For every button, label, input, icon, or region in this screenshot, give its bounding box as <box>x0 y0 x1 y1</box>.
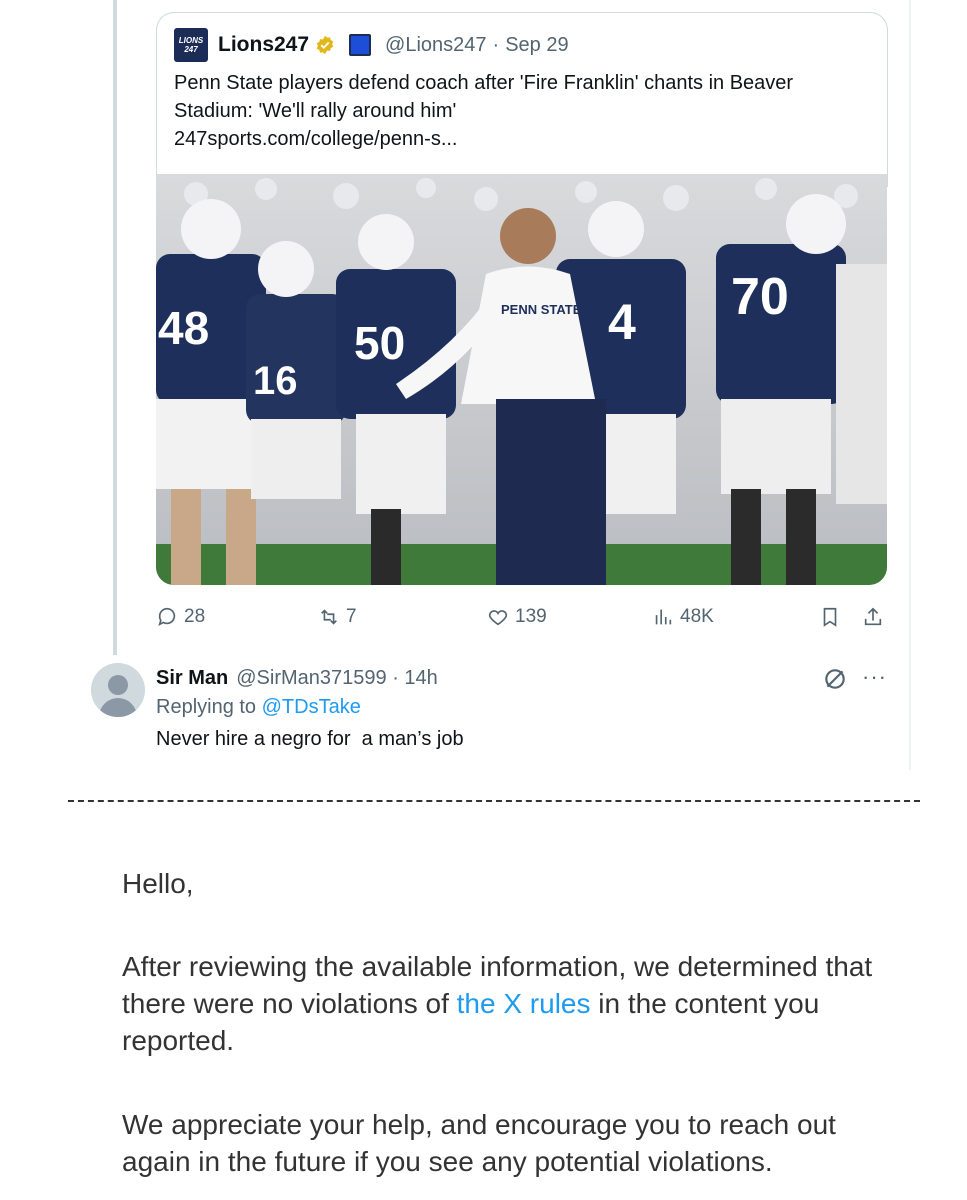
more-options-icon[interactable]: ··· <box>862 664 887 690</box>
heart-icon <box>488 610 508 626</box>
quoted-author-handle[interactable]: @Lions247 <box>385 34 486 57</box>
reply-count: 28 <box>184 606 206 627</box>
email-paragraph-1: After reviewing the available informatio… <box>122 948 912 1059</box>
share-icon <box>864 607 882 626</box>
lions247-logo[interactable]: LIONS 247 <box>174 28 208 62</box>
bookmark-button[interactable] <box>819 600 841 634</box>
quoted-post-date[interactable]: Sep 29 <box>505 34 568 57</box>
separator-dot: · <box>492 33 500 56</box>
views-button[interactable]: 48K <box>652 600 714 634</box>
dashed-divider <box>68 800 920 802</box>
affiliate-badge-icon <box>349 34 372 56</box>
jersey-number-48: 48 <box>158 302 209 354</box>
share-button[interactable] <box>862 600 884 634</box>
post-photo[interactable]: 48 16 50 4 70 PENN STATE <box>156 174 887 585</box>
jersey-number-4: 4 <box>608 294 636 350</box>
repost-button[interactable]: 7 <box>318 600 357 634</box>
quoted-post-header: LIONS 247 Lions247 @Lions247 · Sep 29 <box>174 28 569 62</box>
jersey-number-50: 50 <box>354 317 405 369</box>
separator-dot: · <box>386 666 405 689</box>
quoted-author-name[interactable]: Lions247 <box>218 33 309 57</box>
view-count: 48K <box>680 606 714 627</box>
quoted-post-text: Penn State players defend coach after 'F… <box>174 69 874 153</box>
quoted-link[interactable]: 247sports.com/college/penn-s... <box>174 125 874 153</box>
reply-icon <box>158 607 176 626</box>
analytics-icon <box>655 609 672 625</box>
like-button[interactable]: 139 <box>487 600 547 634</box>
grok-icon[interactable] <box>822 666 848 692</box>
replying-to-label: Replying to <box>156 696 257 718</box>
coach-shirt-text: PENN STATE <box>501 302 582 317</box>
reply-post-text: Never hire a negro for a man’s job <box>156 728 464 750</box>
replying-to-mention[interactable]: @TDsTake <box>262 696 361 718</box>
repost-icon <box>321 609 337 625</box>
reply-author-name[interactable]: Sir Man <box>156 667 228 690</box>
like-count: 139 <box>515 606 547 627</box>
default-avatar[interactable] <box>91 663 145 717</box>
column-border <box>909 0 911 770</box>
reply-button[interactable]: 28 <box>156 600 205 634</box>
quoted-headline: Penn State players defend coach after 'F… <box>174 72 794 122</box>
reply-post-header: Sir Man @SirMan371599 · 14h <box>156 663 438 693</box>
post-action-bar: 28 7 139 48K <box>0 600 967 634</box>
quoted-post-card[interactable]: LIONS 247 Lions247 @Lions247 · Sep 29 Pe… <box>156 12 888 187</box>
jersey-number-16: 16 <box>253 359 298 403</box>
thread-line <box>113 0 117 655</box>
verified-badge-icon <box>316 35 334 55</box>
reply-time[interactable]: 14h <box>404 667 437 690</box>
reply-author-handle[interactable]: @SirMan371599 <box>236 667 386 690</box>
repost-count: 7 <box>346 606 357 627</box>
person-icon <box>99 675 137 717</box>
jersey-number-70: 70 <box>731 268 789 326</box>
bookmark-icon <box>823 607 837 627</box>
email-greeting: Hello, <box>122 868 194 899</box>
football-team-photo: 48 16 50 4 70 PENN STATE <box>156 174 887 585</box>
x-rules-link[interactable]: the X rules <box>457 988 591 1019</box>
replying-to-line: Replying to @TDsTake <box>156 696 361 719</box>
email-paragraph-2: We appreciate your help, and encourage y… <box>122 1109 836 1177</box>
